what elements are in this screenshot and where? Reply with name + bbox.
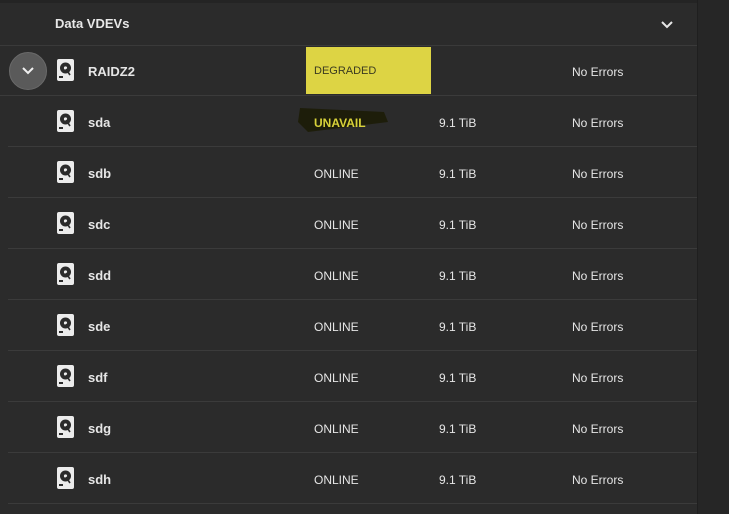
disk-name: sdd: [88, 268, 112, 283]
data-vdevs-panel: Data VDEVs RAIDZ2 DEGRADED No Errors sda…: [0, 0, 697, 514]
disk-errors: No Errors: [572, 320, 624, 334]
disk-name: sdf: [88, 370, 108, 385]
disk-errors: No Errors: [572, 371, 624, 385]
disk-name: sdb: [88, 166, 112, 181]
hard-disk-icon: [57, 416, 74, 438]
disk-row[interactable]: sde ONLINE 9.1 TiB No Errors: [8, 300, 697, 351]
disk-status: UNAVAIL: [314, 116, 366, 130]
scrollbar-track[interactable]: [697, 0, 729, 514]
disk-row[interactable]: sdb ONLINE 9.1 TiB No Errors: [8, 147, 697, 198]
disk-group-icon: [57, 59, 74, 81]
vdev-name: RAIDZ2: [88, 64, 135, 79]
disk-size: 9.1 TiB: [439, 269, 477, 283]
disk-errors: No Errors: [572, 167, 624, 181]
disk-status: ONLINE: [314, 473, 359, 487]
disk-name: sdc: [88, 217, 111, 232]
disk-errors: No Errors: [572, 422, 624, 436]
disk-status: ONLINE: [314, 422, 359, 436]
disk-size: 9.1 TiB: [439, 422, 477, 436]
vdev-row[interactable]: RAIDZ2 DEGRADED No Errors: [0, 45, 697, 96]
disk-row[interactable]: sdd ONLINE 9.1 TiB No Errors: [8, 249, 697, 300]
disk-size: 9.1 TiB: [439, 473, 477, 487]
disk-errors: No Errors: [572, 473, 624, 487]
hard-disk-icon: [57, 365, 74, 387]
disk-size: 9.1 TiB: [439, 320, 477, 334]
disk-status: ONLINE: [314, 167, 359, 181]
disk-name: sde: [88, 319, 111, 334]
expand-collapse-button[interactable]: [9, 52, 47, 90]
disk-size: 9.1 TiB: [439, 167, 477, 181]
chevron-down-icon[interactable]: [658, 16, 676, 34]
hard-disk-icon: [57, 110, 74, 132]
disk-size: 9.1 TiB: [439, 116, 477, 130]
disk-name: sdg: [88, 421, 112, 436]
hard-disk-icon: [57, 263, 74, 285]
disk-status: ONLINE: [314, 371, 359, 385]
section-title: Data VDEVs: [55, 16, 130, 31]
disk-size: 9.1 TiB: [439, 218, 477, 232]
vdev-status: DEGRADED: [314, 65, 377, 77]
status-badge: DEGRADED: [306, 47, 431, 94]
disk-size: 9.1 TiB: [439, 371, 477, 385]
hard-disk-icon: [57, 314, 74, 336]
disk-errors: No Errors: [572, 269, 624, 283]
disk-row[interactable]: sdc ONLINE 9.1 TiB No Errors: [8, 198, 697, 249]
disk-name: sdh: [88, 472, 112, 487]
disk-status: ONLINE: [314, 218, 359, 232]
hard-disk-icon: [57, 467, 74, 489]
disk-row[interactable]: sda UNAVAIL 9.1 TiB No Errors: [8, 96, 697, 147]
hard-disk-icon: [57, 212, 74, 234]
disk-errors: No Errors: [572, 218, 624, 232]
disk-status: ONLINE: [314, 320, 359, 334]
hard-disk-icon: [57, 161, 74, 183]
chevron-down-icon: [22, 67, 34, 75]
vdev-errors: No Errors: [572, 65, 624, 79]
section-header[interactable]: Data VDEVs: [0, 3, 697, 46]
disk-status: ONLINE: [314, 269, 359, 283]
disk-errors: No Errors: [572, 116, 624, 130]
disk-row[interactable]: sdg ONLINE 9.1 TiB No Errors: [8, 402, 697, 453]
disk-row[interactable]: sdh ONLINE 9.1 TiB No Errors: [8, 453, 697, 504]
disk-name: sda: [88, 115, 111, 130]
disk-row[interactable]: sdf ONLINE 9.1 TiB No Errors: [8, 351, 697, 402]
